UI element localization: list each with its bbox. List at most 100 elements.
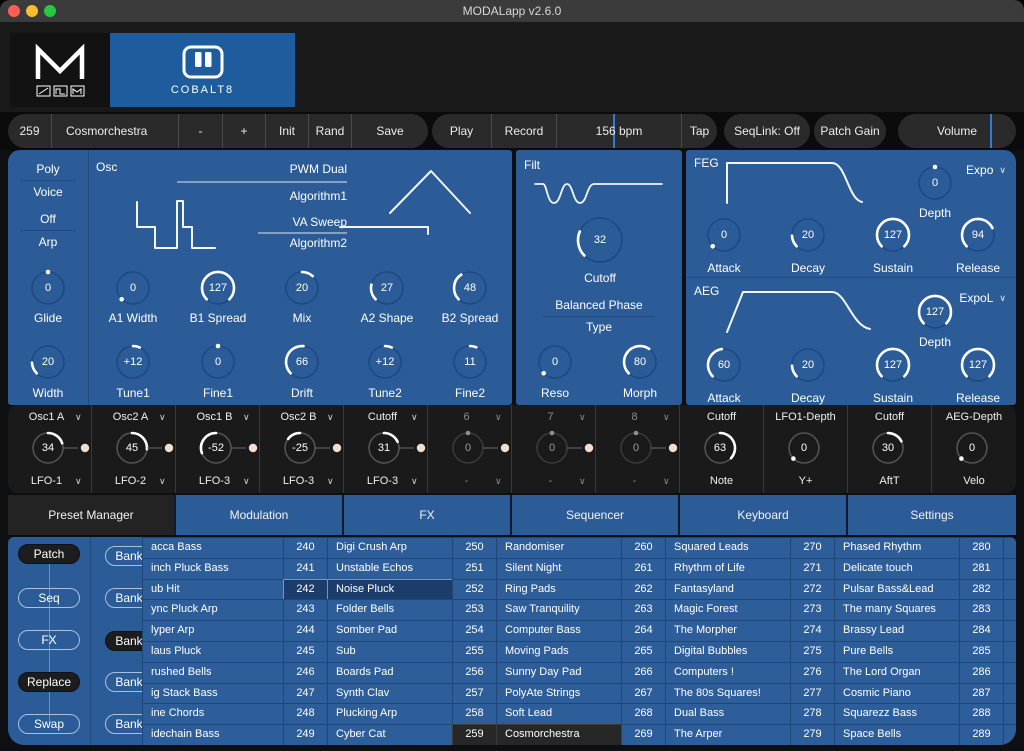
tab-settings[interactable]: Settings [848, 495, 1016, 535]
mod-slot-4[interactable]: Osc2 B∨-25LFO-3∨ [260, 405, 344, 493]
preset-number-cell[interactable]: 251 [452, 558, 497, 580]
patch-prev-button[interactable]: - [179, 114, 223, 148]
mod-destination-label[interactable]: Osc2 B [270, 411, 327, 423]
feg-shape-dropdown[interactable]: Expo∨ [966, 163, 1006, 177]
preset-number-cell[interactable]: 256 [452, 662, 497, 684]
b2-spread-knob[interactable]: 48 [450, 268, 490, 308]
preset-name-cell[interactable]: laus Pluck [142, 641, 284, 663]
preset-number-cell[interactable]: 253 [452, 599, 497, 621]
mod-destination-label[interactable]: 7 [522, 411, 579, 423]
preset-name-cell[interactable]: ync Pluck Arp [142, 599, 284, 621]
mod-patch-dot[interactable] [231, 442, 261, 454]
preset-number-cell[interactable]: 260 [621, 537, 666, 559]
preset-number-cell[interactable]: 286 [959, 662, 1004, 684]
preset-number-cell[interactable]: 270 [790, 537, 835, 559]
preset-number-cell[interactable]: 262 [621, 579, 666, 601]
a1-width-knob[interactable]: 0 [113, 268, 153, 308]
mix-knob[interactable]: 20 [282, 268, 322, 308]
preset-number-cell[interactable]: 245 [283, 641, 328, 663]
play-button[interactable]: Play [432, 114, 492, 148]
mod-source-label[interactable]: LFO-1 [18, 475, 75, 487]
preset-name-cell[interactable] [1003, 537, 1016, 559]
mod-patch-dot[interactable] [651, 442, 681, 454]
preset-number-cell[interactable]: 269 [621, 724, 666, 745]
mod-source-label[interactable]: LFO-2 [102, 475, 159, 487]
tune2-knob[interactable]: +12 [365, 342, 405, 382]
preset-name-cell[interactable]: The many Squares [834, 599, 960, 621]
mod-amount-knob[interactable]: 0 [533, 429, 571, 467]
preset-name-cell[interactable]: Magic Forest [665, 599, 791, 621]
preset-name-cell[interactable] [1003, 558, 1016, 580]
drift-knob[interactable]: 66 [282, 342, 322, 382]
preset-number-cell[interactable]: 243 [283, 599, 328, 621]
preset-name-cell[interactable]: Saw Tranquility [496, 599, 622, 621]
mod-slot-5[interactable]: Cutoff∨31LFO-3∨ [344, 405, 428, 493]
preset-name-cell[interactable]: idechain Bass [142, 724, 284, 745]
mod-destination-label[interactable]: Osc1 B [186, 411, 243, 423]
preset-number-cell[interactable]: 275 [790, 641, 835, 663]
mod-patch-dot[interactable] [63, 442, 93, 454]
preset-number-cell[interactable]: 240 [283, 537, 328, 559]
glide-knob[interactable]: 0 [28, 268, 68, 308]
mod-amount-knob[interactable]: -25 [281, 429, 319, 467]
mod-slot-6[interactable]: 6∨0-∨ [428, 405, 512, 493]
tab-fx[interactable]: FX [344, 495, 512, 535]
mode-fx-button[interactable]: FX [18, 630, 80, 650]
preset-number-cell[interactable]: 283 [959, 599, 1004, 621]
preset-number-cell[interactable]: 279 [790, 724, 835, 745]
tune1-knob[interactable]: +12 [113, 342, 153, 382]
preset-number-cell[interactable]: 242 [283, 579, 328, 601]
preset-name-cell[interactable]: ig Stack Bass [142, 683, 284, 705]
preset-name-cell[interactable]: Rhythm of Life [665, 558, 791, 580]
preset-name-cell[interactable]: Dual Bass [665, 703, 791, 725]
action-swap-button[interactable]: Swap [18, 714, 80, 734]
preset-name-cell[interactable]: Brassy Lead [834, 620, 960, 642]
preset-number-cell[interactable]: 274 [790, 620, 835, 642]
volume-slider-handle[interactable] [990, 114, 992, 148]
preset-name-cell[interactable]: Fantasyland [665, 579, 791, 601]
algorithm1-value[interactable]: PWM Dual [247, 162, 347, 176]
preset-number-cell[interactable]: 249 [283, 724, 328, 745]
preset-number-cell[interactable]: 254 [452, 620, 497, 642]
preset-name-cell[interactable]: The 80s Squares! [665, 683, 791, 705]
mod-slot-7[interactable]: 7∨0-∨ [512, 405, 596, 493]
preset-number-cell[interactable]: 282 [959, 579, 1004, 601]
preset-number-cell[interactable]: 259 [452, 724, 497, 745]
preset-name-cell[interactable]: PolyAte Strings [496, 683, 622, 705]
preset-number-cell[interactable]: 272 [790, 579, 835, 601]
mod-slot-9[interactable]: Cutoff63Note [680, 405, 764, 493]
preset-number-cell[interactable]: 261 [621, 558, 666, 580]
mod-slot-11[interactable]: Cutoff30AftT [848, 405, 932, 493]
fine1-knob[interactable]: 0 [198, 342, 238, 382]
mod-amount-knob[interactable]: 34 [29, 429, 67, 467]
preset-number-cell[interactable]: 247 [283, 683, 328, 705]
preset-number-cell[interactable]: 265 [621, 641, 666, 663]
preset-name-cell[interactable]: Boards Pad [327, 662, 453, 684]
mod-source-label[interactable]: LFO-3 [186, 475, 243, 487]
mod-amount-knob[interactable]: 0 [953, 429, 991, 467]
preset-name-cell[interactable]: Squared Leads [665, 537, 791, 559]
mod-destination-label[interactable]: Cutoff [354, 411, 411, 423]
preset-name-cell[interactable]: Plucking Arp [327, 703, 453, 725]
preset-name-cell[interactable]: The Morpher [665, 620, 791, 642]
preset-name-cell[interactable]: Silent Night [496, 558, 622, 580]
preset-number-cell[interactable]: 284 [959, 620, 1004, 642]
preset-number-cell[interactable]: 273 [790, 599, 835, 621]
width-knob[interactable]: 20 [28, 342, 68, 382]
preset-number-cell[interactable]: 276 [790, 662, 835, 684]
mod-destination-label[interactable]: Osc2 A [102, 411, 159, 423]
mod-source-label[interactable]: - [522, 475, 579, 487]
volume-slider[interactable]: Volume [898, 114, 1016, 148]
arp-mode-value[interactable]: Off [8, 212, 88, 226]
preset-number-cell[interactable]: 263 [621, 599, 666, 621]
mod-patch-dot[interactable] [315, 442, 345, 454]
algorithm2-value[interactable]: VA Sweep [247, 215, 347, 229]
feg-attack-knob[interactable]: 0 [704, 215, 744, 255]
preset-name-cell[interactable] [1003, 703, 1016, 725]
mod-slot-1[interactable]: Osc1 A∨34LFO-1∨ [8, 405, 92, 493]
preset-number-cell[interactable]: 241 [283, 558, 328, 580]
preset-number-cell[interactable]: 268 [621, 703, 666, 725]
mod-amount-knob[interactable]: 0 [785, 429, 823, 467]
mod-slot-10[interactable]: LFO1-Depth0Y+ [764, 405, 848, 493]
mode-seq-button[interactable]: Seq [18, 588, 80, 608]
